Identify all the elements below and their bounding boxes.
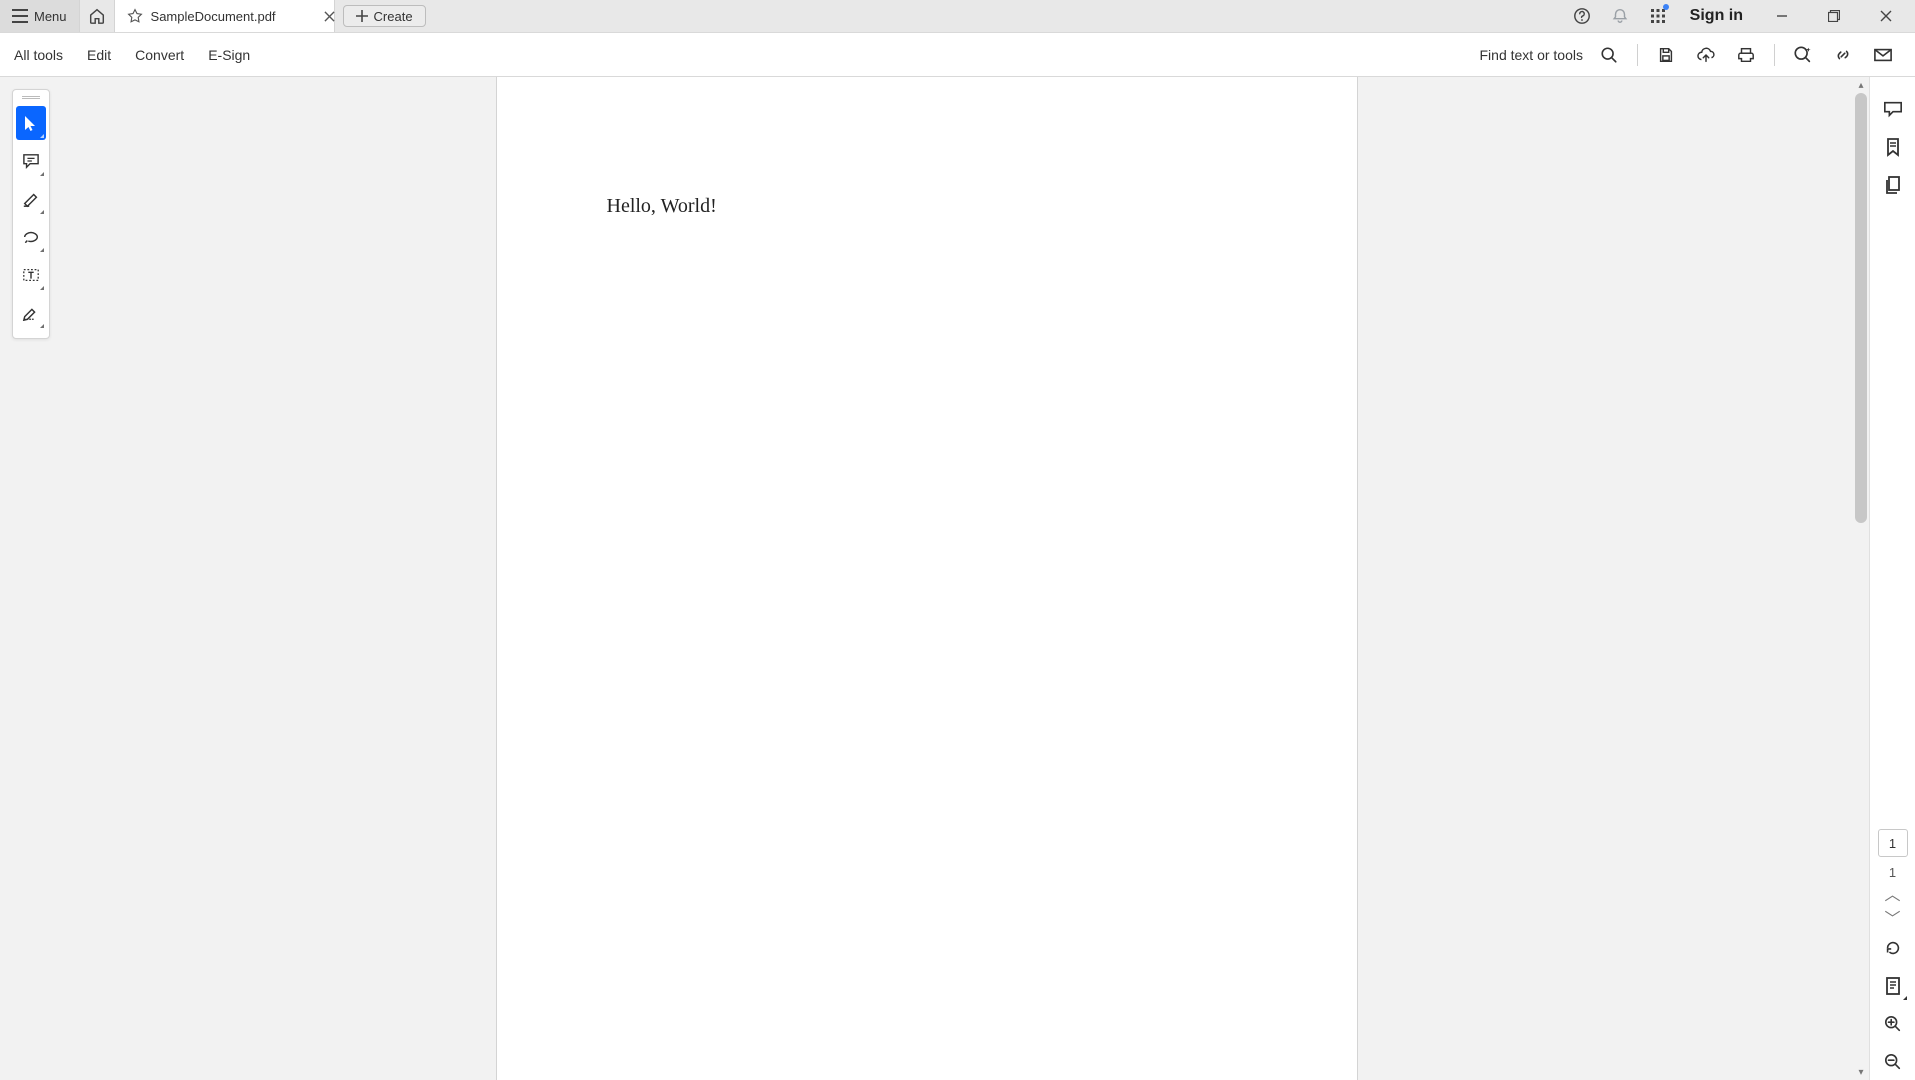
scroll-up-button[interactable]: ▴ <box>1853 77 1869 93</box>
page-up-button[interactable]: ︿ <box>1870 882 1915 904</box>
vertical-scrollbar[interactable]: ▴ ▾ <box>1853 77 1869 1080</box>
draw-tool[interactable] <box>16 220 46 254</box>
create-button[interactable]: Create <box>343 5 426 27</box>
link-icon <box>1834 46 1852 64</box>
lasso-icon <box>22 230 40 244</box>
home-icon <box>88 7 106 25</box>
apps-button[interactable] <box>1642 0 1674 32</box>
share-link-button[interactable] <box>1825 37 1861 73</box>
sparkle-search-icon <box>1793 45 1813 65</box>
ai-assist-button[interactable] <box>1785 37 1821 73</box>
home-button[interactable] <box>79 0 115 32</box>
separator <box>1637 44 1638 66</box>
cursor-icon <box>23 114 39 132</box>
zoom-out-button[interactable] <box>1875 1044 1911 1080</box>
menu-label: Menu <box>34 9 67 24</box>
tab-close-button[interactable] <box>324 7 335 25</box>
chevron-up-icon: ▴ <box>1858 80 1863 91</box>
bookmark-icon <box>1884 137 1902 157</box>
page-down-button[interactable]: ﹀ <box>1870 906 1915 928</box>
chevron-down-icon: ﹀ <box>1884 905 1900 929</box>
create-label: Create <box>374 9 413 24</box>
tool-palette[interactable] <box>12 89 50 339</box>
window-maximize-button[interactable] <box>1811 0 1857 32</box>
workarea: Hello, World! ▴ ▾ 1 ︿ ﹀ <box>0 77 1915 1080</box>
palette-grip[interactable] <box>22 96 40 100</box>
document-tab[interactable]: SampleDocument.pdf <box>115 0 335 32</box>
tab-esign[interactable]: E-Sign <box>208 43 250 67</box>
minimize-icon <box>1776 10 1788 22</box>
window-minimize-button[interactable] <box>1759 0 1805 32</box>
document-text: Hello, World! <box>607 195 1247 218</box>
close-icon <box>324 11 335 22</box>
page-view-icon <box>1884 976 1902 996</box>
search-icon <box>1600 46 1618 64</box>
signin-label: Sign in <box>1690 7 1743 25</box>
sign-tool[interactable] <box>16 296 46 330</box>
signin-button[interactable]: Sign in <box>1680 7 1753 25</box>
document-viewport[interactable]: Hello, World! <box>0 77 1853 1080</box>
upload-button[interactable] <box>1688 37 1724 73</box>
zoom-in-button[interactable] <box>1875 1006 1911 1042</box>
cloud-upload-icon <box>1696 46 1716 64</box>
help-icon <box>1573 7 1591 25</box>
email-button[interactable] <box>1865 37 1901 73</box>
tab-all-tools[interactable]: All tools <box>14 43 63 67</box>
zoom-out-icon <box>1884 1053 1902 1071</box>
highlight-tool[interactable] <box>16 182 46 216</box>
tab-convert[interactable]: Convert <box>135 43 184 67</box>
right-rail: 1 ︿ ﹀ <box>1869 77 1915 1080</box>
page-display-button[interactable] <box>1875 968 1911 1004</box>
maximize-icon <box>1828 10 1840 22</box>
find-button[interactable] <box>1591 37 1627 73</box>
scrollbar-track[interactable] <box>1853 93 1869 1064</box>
window-close-button[interactable] <box>1863 0 1909 32</box>
select-tool[interactable] <box>16 106 46 140</box>
toolbar: All tools Edit Convert E-Sign Find text … <box>0 33 1915 77</box>
chevron-down-icon: ▾ <box>1858 1067 1863 1078</box>
tab-title: SampleDocument.pdf <box>151 9 276 24</box>
scroll-down-button[interactable]: ▾ <box>1853 1064 1869 1080</box>
scrollbar-thumb[interactable] <box>1855 93 1867 523</box>
close-icon <box>1880 10 1892 22</box>
page-number-input[interactable] <box>1878 829 1908 857</box>
hamburger-icon <box>12 9 28 23</box>
signature-icon <box>22 305 40 321</box>
save-button[interactable] <box>1648 37 1684 73</box>
notifications-button[interactable] <box>1604 0 1636 32</box>
textbox-tool[interactable] <box>16 258 46 292</box>
star-icon[interactable] <box>127 8 143 24</box>
speech-bubble-icon <box>1883 100 1903 118</box>
print-icon <box>1737 46 1755 64</box>
rotate-button[interactable] <box>1875 930 1911 966</box>
tab-edit[interactable]: Edit <box>87 43 111 67</box>
rotate-icon <box>1884 939 1902 957</box>
comment-tool[interactable] <box>16 144 46 178</box>
page-total: 1 <box>1889 865 1896 880</box>
thumbnails-panel-button[interactable] <box>1875 167 1911 203</box>
save-icon <box>1657 46 1675 64</box>
page[interactable]: Hello, World! <box>497 77 1357 1080</box>
print-button[interactable] <box>1728 37 1764 73</box>
pages-icon <box>1884 175 1902 195</box>
plus-icon <box>356 10 368 22</box>
menu-button[interactable]: Menu <box>0 0 79 32</box>
separator <box>1774 44 1775 66</box>
comments-panel-button[interactable] <box>1875 91 1911 127</box>
bell-icon <box>1611 7 1629 25</box>
find-label: Find text or tools <box>1480 47 1584 63</box>
chevron-up-icon: ︿ <box>1884 881 1900 905</box>
apps-grid-icon <box>1650 8 1666 24</box>
zoom-in-icon <box>1884 1015 1902 1033</box>
comment-icon <box>22 153 40 169</box>
mail-icon <box>1874 48 1892 62</box>
bookmarks-panel-button[interactable] <box>1875 129 1911 165</box>
highlighter-icon <box>22 190 40 208</box>
titlebar: Menu SampleDocument.pdf Create <box>0 0 1915 33</box>
textbox-icon <box>22 267 40 283</box>
titlebar-right: Sign in <box>1566 0 1915 32</box>
help-button[interactable] <box>1566 0 1598 32</box>
